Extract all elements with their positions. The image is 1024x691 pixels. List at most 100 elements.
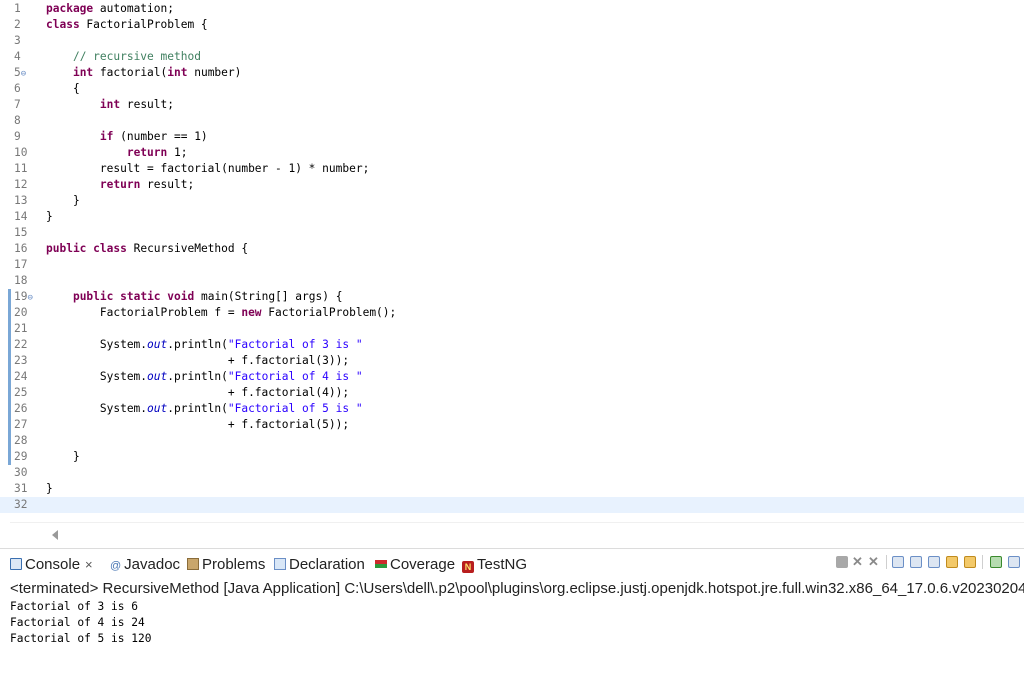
code-line[interactable]: 26 System.out.println("Factorial of 5 is… xyxy=(0,401,1024,417)
code-line[interactable]: 11 result = factorial(number - 1) * numb… xyxy=(0,161,1024,177)
code-text: } xyxy=(46,449,80,465)
display-console-icon[interactable] xyxy=(1008,556,1020,568)
code-line[interactable]: 17 xyxy=(0,257,1024,273)
code-token: static xyxy=(120,290,161,303)
code-line[interactable]: 2 class FactorialProblem { xyxy=(0,17,1024,33)
code-line[interactable]: 31} xyxy=(0,481,1024,497)
code-token: } xyxy=(46,482,53,495)
code-line[interactable]: 8 xyxy=(0,113,1024,129)
line-number: 22 xyxy=(14,338,28,351)
code-line[interactable]: 21 xyxy=(0,321,1024,337)
word-wrap-icon[interactable] xyxy=(928,556,940,568)
code-line[interactable]: 22 System.out.println("Factorial of 3 is… xyxy=(0,337,1024,353)
code-token: .println( xyxy=(167,402,228,415)
fold-toggle-icon[interactable]: ⊖ xyxy=(21,69,26,79)
tab-testng-label: TestNG xyxy=(477,556,528,573)
fold-toggle-icon[interactable]: ⊖ xyxy=(27,293,32,303)
close-icon[interactable]: × xyxy=(85,557,93,572)
line-number: 20 xyxy=(14,306,28,319)
code-token: class xyxy=(93,242,127,255)
code-line[interactable]: 25 + f.factorial(4)); xyxy=(0,385,1024,401)
code-token: System. xyxy=(46,370,148,383)
code-lines[interactable]: 1 package automation; 2 class FactorialProb… xyxy=(0,1,1024,513)
tab-coverage[interactable]: Coverage xyxy=(375,555,455,575)
line-number: 32 xyxy=(14,498,28,511)
code-line[interactable]: 13 } xyxy=(0,193,1024,209)
code-line[interactable]: 14} xyxy=(0,209,1024,225)
code-token: FactorialProblem(); xyxy=(261,306,397,319)
code-line[interactable]: 1 package automation; xyxy=(0,1,1024,17)
tab-console[interactable]: Console × xyxy=(10,555,93,575)
code-text: class FactorialProblem { xyxy=(46,17,208,33)
line-number: 21 xyxy=(14,322,28,335)
code-line[interactable]: 4 // recursive method xyxy=(0,49,1024,65)
code-text: result = factorial(number - 1) * number; xyxy=(46,161,369,177)
line-number: 28 xyxy=(14,434,28,447)
code-text: return 1; xyxy=(46,145,188,161)
tab-problems[interactable]: Problems xyxy=(187,555,265,575)
code-token: out xyxy=(147,402,168,415)
code-line[interactable]: 16 public class RecursiveMethod { xyxy=(0,241,1024,257)
line-number: 14 xyxy=(14,210,28,223)
clear-console-icon[interactable] xyxy=(892,556,904,568)
code-editor[interactable]: 1 package automation; 2 class FactorialProb… xyxy=(0,0,1024,522)
show-on-stdout-icon[interactable] xyxy=(946,556,958,568)
code-line[interactable]: 29 } xyxy=(0,449,1024,465)
editor-horizontal-scrollbar[interactable] xyxy=(10,522,1024,546)
code-text: + f.factorial(3)); xyxy=(46,353,349,369)
line-number: 30 xyxy=(14,466,28,479)
code-text: int result; xyxy=(46,97,174,113)
code-token: .println( xyxy=(167,338,228,351)
code-line[interactable]: 18 xyxy=(0,273,1024,289)
line-number: 7 xyxy=(14,98,21,111)
code-line[interactable]: 12 return result; xyxy=(0,177,1024,193)
remove-launch-icon[interactable]: ✕ xyxy=(852,555,864,568)
tab-javadoc-label: Javadoc xyxy=(124,556,181,573)
code-line[interactable]: 23 + f.factorial(3)); xyxy=(0,353,1024,369)
code-line[interactable]: 5⊖ int factorial(int number) xyxy=(0,65,1024,81)
scroll-left-arrow-icon[interactable] xyxy=(52,530,58,540)
code-line[interactable]: 32 xyxy=(0,497,1024,513)
code-token: (number == 1) xyxy=(113,130,208,143)
code-line[interactable]: 3 xyxy=(0,33,1024,49)
code-text: // recursive method xyxy=(46,49,201,65)
code-line[interactable]: 7 int result; xyxy=(0,97,1024,113)
code-line[interactable]: 9 if (number == 1) xyxy=(0,129,1024,145)
code-text: } xyxy=(46,481,53,497)
declaration-icon xyxy=(274,558,286,570)
toolbar-separator xyxy=(982,555,983,569)
code-line[interactable]: 10 return 1; xyxy=(0,145,1024,161)
code-token: FactorialProblem { xyxy=(79,18,208,31)
code-token: "Factorial of 4 is " xyxy=(227,370,363,383)
code-token: new xyxy=(241,306,262,319)
tab-declaration[interactable]: Declaration xyxy=(274,555,365,575)
code-line[interactable]: 6 { xyxy=(0,81,1024,97)
code-token: int xyxy=(167,66,188,79)
pin-console-icon[interactable] xyxy=(990,556,1002,568)
code-token: int xyxy=(72,66,94,79)
code-line[interactable]: 19⊖ public static void main(String[] arg… xyxy=(0,289,1024,305)
code-line[interactable]: 30 xyxy=(0,465,1024,481)
line-number: 1 xyxy=(14,2,21,15)
code-line[interactable]: 27 + f.factorial(5)); xyxy=(0,417,1024,433)
code-token: + f.factorial(5)); xyxy=(46,418,350,431)
code-token: void xyxy=(167,290,195,303)
scroll-lock-icon[interactable] xyxy=(910,556,922,568)
code-line[interactable]: 15 xyxy=(0,225,1024,241)
code-token: } xyxy=(46,210,53,223)
show-on-stderr-icon[interactable] xyxy=(964,556,976,568)
tab-javadoc[interactable]: @ Javadoc xyxy=(110,555,180,575)
remove-all-terminated-icon[interactable]: ✕ xyxy=(868,555,880,568)
code-line[interactable]: 28 xyxy=(0,433,1024,449)
code-token: automation; xyxy=(93,2,174,15)
console-output[interactable]: Factorial of 3 is 6 Factorial of 4 is 24 F… xyxy=(10,599,1024,647)
line-number: 18 xyxy=(14,274,28,287)
code-line[interactable]: 24 System.out.println("Factorial of 4 is… xyxy=(0,369,1024,385)
terminate-icon[interactable] xyxy=(836,556,848,568)
code-line[interactable]: 20 FactorialProblem f = new FactorialPro… xyxy=(0,305,1024,321)
tab-testng[interactable]: N TestNG xyxy=(462,555,527,575)
